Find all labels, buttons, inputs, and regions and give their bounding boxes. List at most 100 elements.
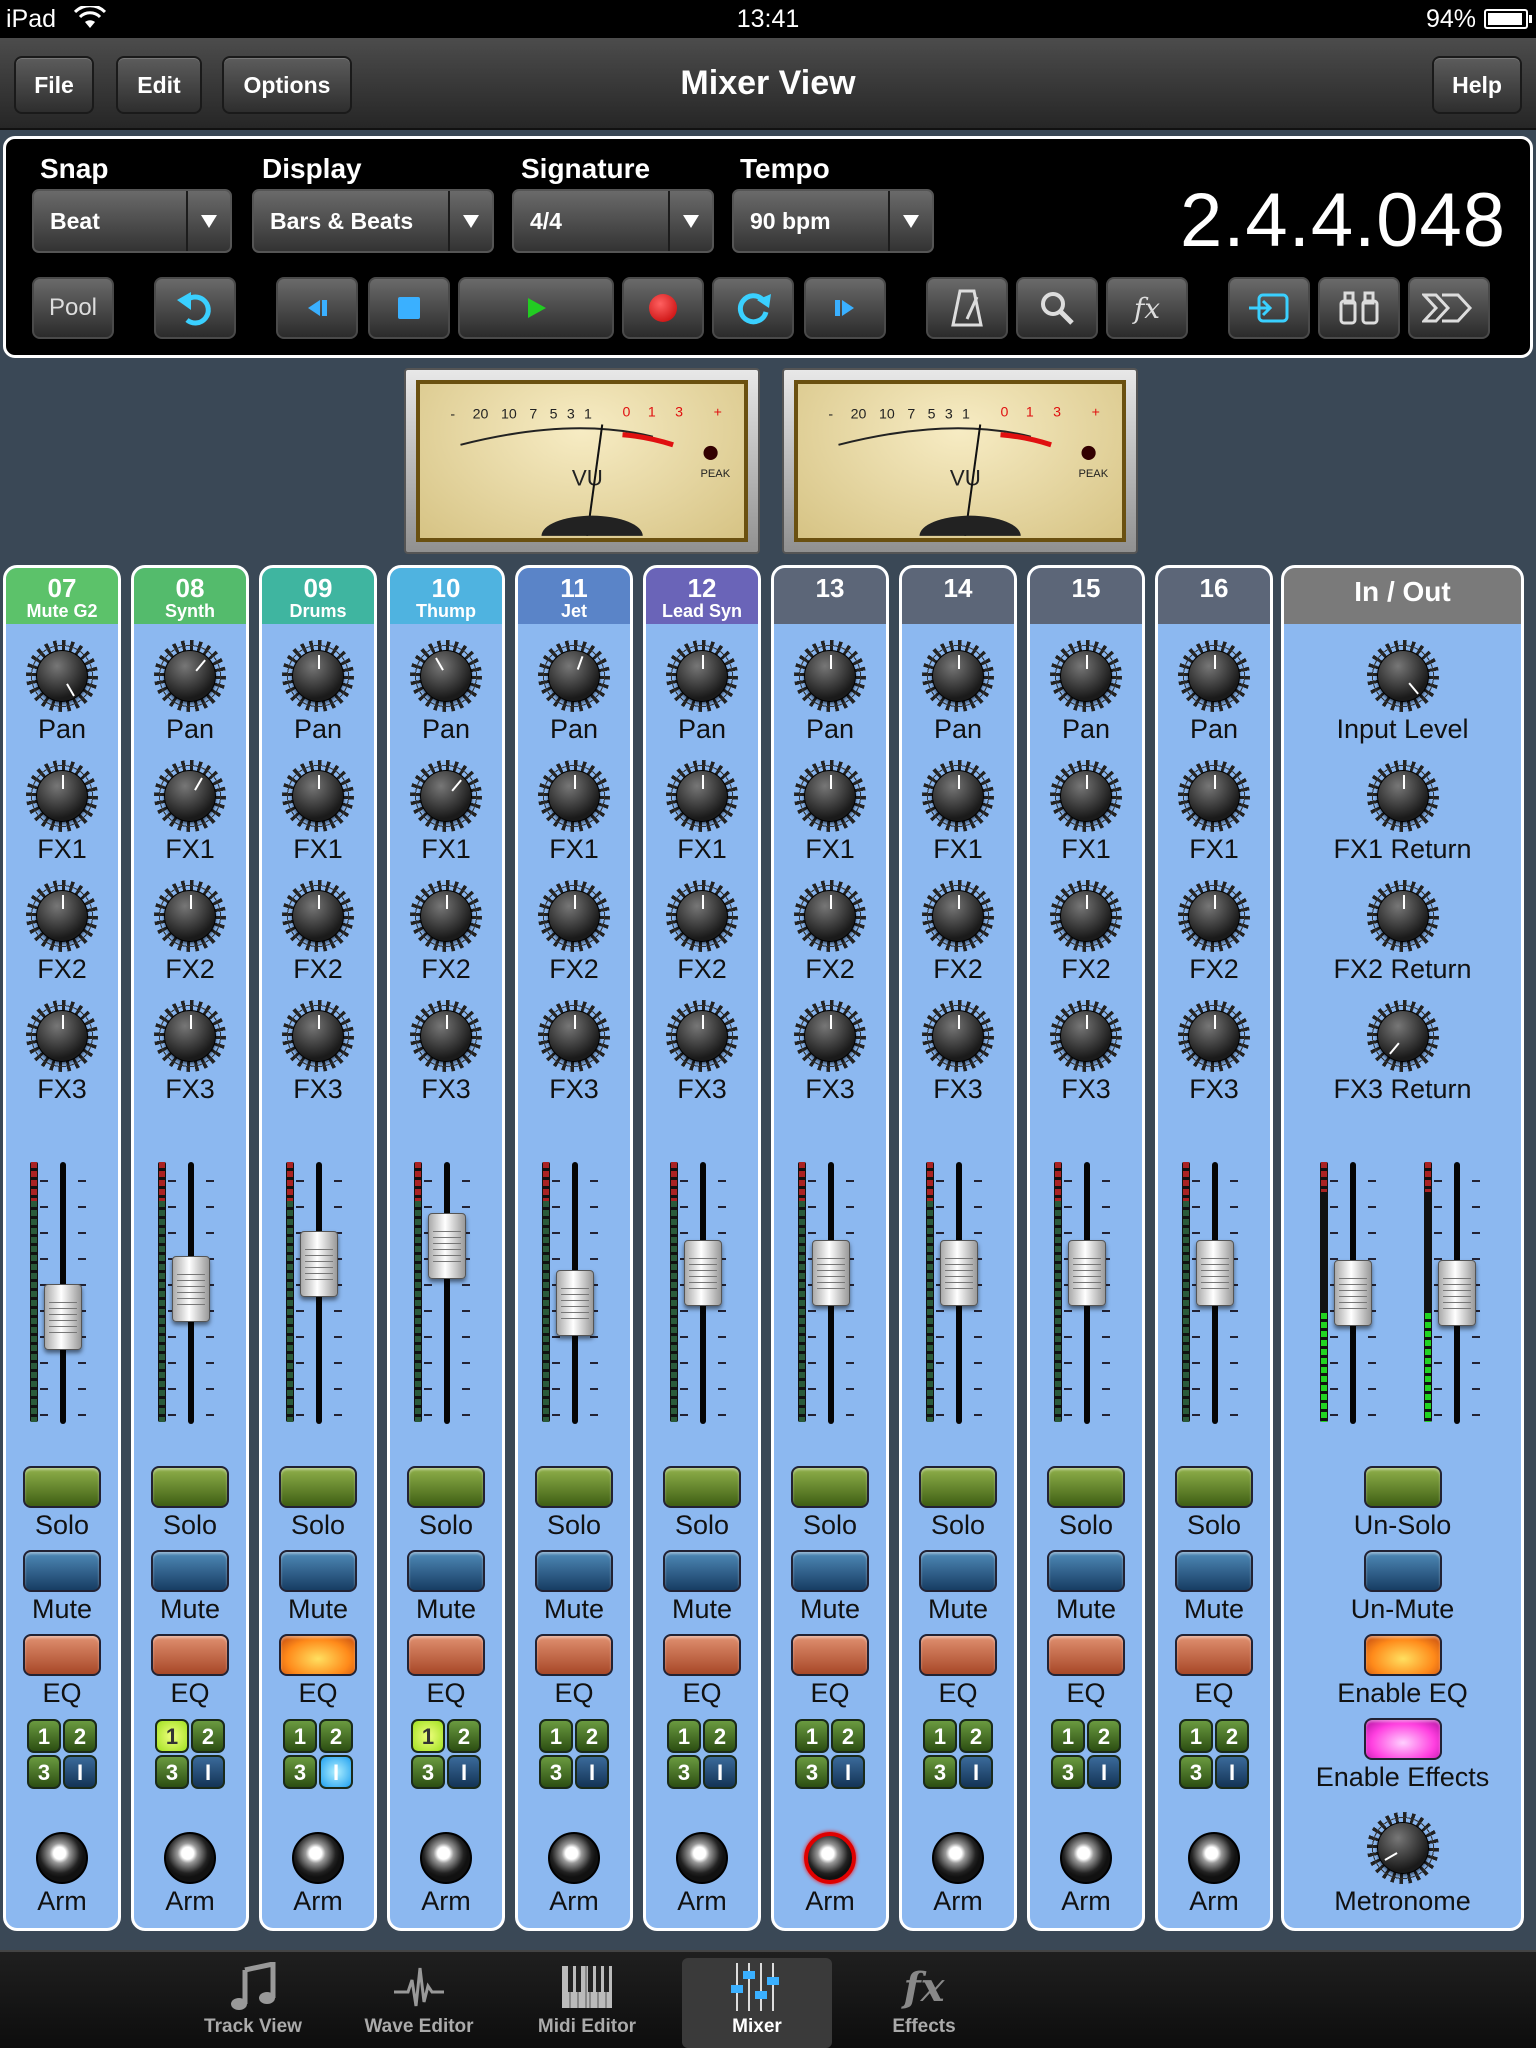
bus-2-button[interactable]: 2 [319,1719,353,1753]
loop-button[interactable] [712,277,794,339]
fx2-knob[interactable] [666,880,738,952]
play-button[interactable] [458,277,614,339]
pan-knob[interactable] [154,640,226,712]
mute-button[interactable] [1175,1550,1253,1592]
fx2-return-knob[interactable] [1366,880,1439,952]
bus-1-button[interactable]: 1 [1051,1719,1085,1753]
arm-button[interactable] [420,1832,472,1884]
solo-button[interactable] [23,1466,101,1508]
volume-fader[interactable] [428,1212,466,1279]
fx3-knob[interactable] [154,1000,226,1072]
bus-3-button[interactable]: 3 [155,1755,189,1789]
solo-button[interactable] [1047,1466,1125,1508]
eq-button[interactable] [1047,1634,1125,1676]
volume-fader[interactable] [940,1240,978,1307]
solo-button[interactable] [791,1466,869,1508]
bus-1-button[interactable]: 1 [283,1719,317,1753]
bus-1-button[interactable]: 1 [1179,1719,1213,1753]
bus-3-button[interactable]: 3 [923,1755,957,1789]
solo-button[interactable] [279,1466,357,1508]
fx1-knob[interactable] [410,760,482,832]
fx1-return-knob[interactable] [1366,760,1439,832]
fx3-knob[interactable] [794,1000,866,1072]
arm-button[interactable] [804,1832,856,1884]
bus-1-button[interactable]: 1 [155,1719,189,1753]
mute-button[interactable] [407,1550,485,1592]
io-fader-right[interactable] [1438,1260,1476,1326]
bus-3-button[interactable]: 3 [1051,1755,1085,1789]
rewind-button[interactable] [276,277,358,339]
pan-knob[interactable] [410,640,482,712]
zoom-button[interactable] [1016,277,1098,339]
arm-button[interactable] [1060,1832,1112,1884]
volume-fader[interactable] [172,1256,210,1323]
stop-button[interactable] [368,277,450,339]
eq-button[interactable] [151,1634,229,1676]
bus-2-button[interactable]: 2 [191,1719,225,1753]
pool-button[interactable]: Pool [32,277,114,339]
fx3-knob[interactable] [922,1000,994,1072]
tab-midi-editor[interactable]: Midi Editor [512,1958,662,2048]
pan-knob[interactable] [922,640,994,712]
mute-button[interactable] [151,1550,229,1592]
pan-knob[interactable] [666,640,738,712]
insert-button[interactable]: I [191,1755,225,1789]
mute-button[interactable] [919,1550,997,1592]
insert-button[interactable]: I [319,1755,353,1789]
mute-button[interactable] [791,1550,869,1592]
tab-track-view[interactable]: Track View [178,1958,328,2048]
undo-button[interactable] [154,277,236,339]
mute-button[interactable] [279,1550,357,1592]
eq-button[interactable] [1175,1634,1253,1676]
bus-3-button[interactable]: 3 [283,1755,317,1789]
fx2-knob[interactable] [26,880,98,952]
fx2-knob[interactable] [538,880,610,952]
pan-knob[interactable] [1178,640,1250,712]
mute-button[interactable] [663,1550,741,1592]
pan-knob[interactable] [1050,640,1122,712]
volume-fader[interactable] [1196,1240,1234,1307]
un-mute-button[interactable] [1363,1550,1442,1592]
eq-button[interactable] [791,1634,869,1676]
bus-3-button[interactable]: 3 [27,1755,61,1789]
volume-fader[interactable] [1068,1240,1106,1307]
input-level-knob[interactable] [1366,640,1439,712]
arm-button[interactable] [1188,1832,1240,1884]
eq-button[interactable] [23,1634,101,1676]
mute-button[interactable] [535,1550,613,1592]
volume-fader[interactable] [44,1283,82,1350]
bus-2-button[interactable]: 2 [831,1719,865,1753]
binoculars-button[interactable] [1318,277,1400,339]
fx2-knob[interactable] [794,880,866,952]
fx3-knob[interactable] [282,1000,354,1072]
solo-button[interactable] [407,1466,485,1508]
eq-button[interactable] [919,1634,997,1676]
fx2-knob[interactable] [410,880,482,952]
bus-1-button[interactable]: 1 [667,1719,701,1753]
fx3-knob[interactable] [410,1000,482,1072]
pan-knob[interactable] [538,640,610,712]
bus-3-button[interactable]: 3 [539,1755,573,1789]
bus-3-button[interactable]: 3 [795,1755,829,1789]
fx3-knob[interactable] [1050,1000,1122,1072]
fx2-knob[interactable] [1050,880,1122,952]
tab-mixer[interactable]: Mixer [682,1958,832,2048]
eq-button[interactable] [407,1634,485,1676]
input-button[interactable] [1228,277,1310,339]
mute-button[interactable] [23,1550,101,1592]
pan-knob[interactable] [26,640,98,712]
pan-knob[interactable] [794,640,866,712]
arm-button[interactable] [36,1832,88,1884]
bus-2-button[interactable]: 2 [1215,1719,1249,1753]
bus-1-button[interactable]: 1 [411,1719,445,1753]
bus-3-button[interactable]: 3 [411,1755,445,1789]
bus-1-button[interactable]: 1 [923,1719,957,1753]
insert-button[interactable]: I [447,1755,481,1789]
bus-2-button[interactable]: 2 [447,1719,481,1753]
insert-button[interactable]: I [575,1755,609,1789]
fx1-knob[interactable] [666,760,738,832]
solo-button[interactable] [919,1466,997,1508]
bus-1-button[interactable]: 1 [539,1719,573,1753]
fx1-knob[interactable] [282,760,354,832]
volume-fader[interactable] [812,1240,850,1307]
